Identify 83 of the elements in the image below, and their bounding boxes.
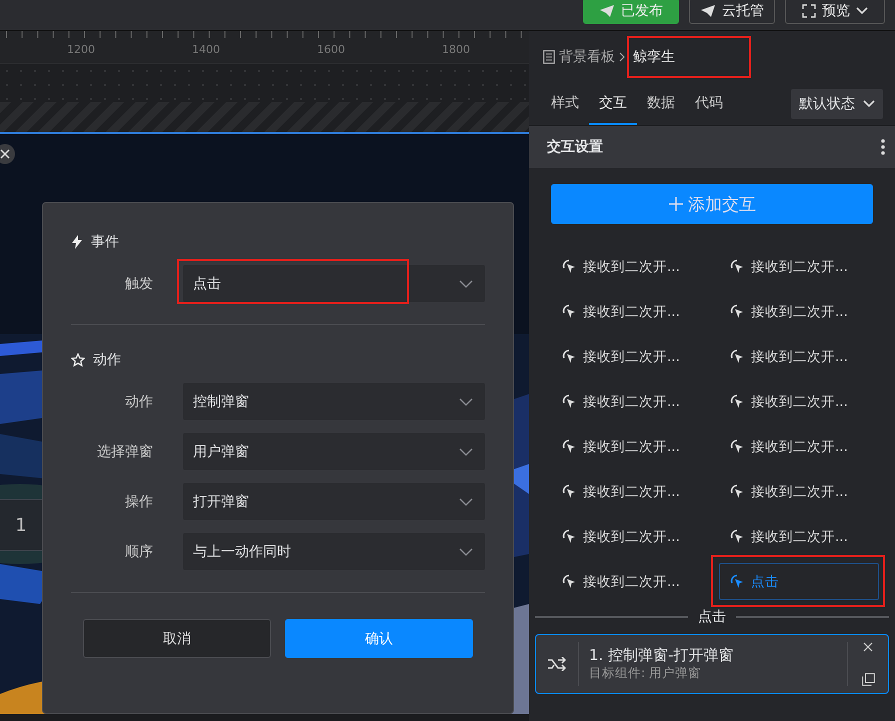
select-field[interactable]: 控制弹窗	[183, 383, 485, 420]
cursor-click-icon	[730, 574, 745, 589]
tab[interactable]: 数据	[637, 83, 685, 125]
more-icon[interactable]	[881, 139, 885, 155]
interaction-item[interactable]: 接收到二次开...	[719, 473, 879, 510]
action-title: 1. 控制弹窗-打开弹窗	[589, 646, 734, 665]
breadcrumb-current: 鲸孪生	[633, 49, 675, 65]
plus-icon	[668, 196, 684, 212]
chevron-down-icon	[459, 448, 473, 456]
field-label: 顺序	[124, 542, 153, 560]
cursor-click-icon	[562, 394, 577, 409]
state-select[interactable]: 默认状态	[791, 89, 883, 119]
interaction-item[interactable]: 接收到二次开...	[551, 428, 711, 465]
interaction-item[interactable]: 接收到二次开...	[551, 293, 711, 330]
close-icon[interactable]	[863, 642, 873, 652]
interaction-item[interactable]: 接收到二次开...	[551, 383, 711, 420]
cloud-button[interactable]: 云托管	[689, 0, 775, 24]
interaction-item[interactable]: 接收到二次开...	[719, 338, 879, 375]
section-title: 交互设置	[547, 138, 603, 156]
tab[interactable]: 代码	[685, 83, 733, 125]
field-label: 动作	[124, 392, 153, 410]
interaction-item[interactable]: 接收到二次开...	[551, 563, 711, 600]
cursor-click-icon	[730, 439, 745, 454]
action-subtitle: 目标组件: 用户弹窗	[589, 665, 702, 682]
interaction-item[interactable]: 接收到二次开...	[551, 518, 711, 555]
field-label: 触发	[124, 274, 153, 292]
chevron-down-icon	[459, 548, 473, 556]
lightning-icon	[71, 235, 83, 249]
cancel-button[interactable]: 取消	[83, 619, 271, 658]
cursor-click-icon	[562, 349, 577, 364]
cursor-click-icon	[562, 259, 577, 274]
star-icon	[71, 353, 85, 367]
cursor-click-icon	[562, 574, 577, 589]
chevron-down-icon	[856, 7, 868, 15]
select-field[interactable]: 打开弹窗	[183, 483, 485, 520]
action-card[interactable]: 1. 控制弹窗-打开弹窗 目标组件: 用户弹窗	[535, 634, 889, 694]
cursor-click-icon	[730, 259, 745, 274]
interaction-item[interactable]: 接收到二次开...	[551, 248, 711, 285]
confirm-button[interactable]: 确认	[285, 619, 473, 658]
field-label: 操作	[124, 492, 153, 510]
document-icon	[543, 50, 555, 64]
ruler-label: 1600	[317, 43, 345, 56]
cursor-click-icon	[730, 349, 745, 364]
chevron-down-icon	[459, 498, 473, 506]
interaction-item[interactable]: 接收到二次开...	[719, 293, 879, 330]
cursor-click-icon	[562, 439, 577, 454]
cursor-click-icon	[730, 529, 745, 544]
interaction-item[interactable]: 点击	[719, 563, 879, 600]
preview-button[interactable]: 预览	[785, 0, 885, 24]
select-field[interactable]: 点击	[183, 265, 485, 302]
chevron-down-icon	[459, 280, 473, 288]
paper-plane-icon	[700, 4, 716, 18]
breadcrumb-link[interactable]: 背景看板	[559, 48, 615, 66]
cursor-click-icon	[562, 304, 577, 319]
interaction-item[interactable]: 接收到二次开...	[719, 383, 879, 420]
chevron-down-icon	[459, 398, 473, 406]
cursor-click-icon	[730, 484, 745, 499]
chevron-down-icon	[863, 100, 875, 108]
ruler-label: 1400	[192, 43, 220, 56]
copy-icon[interactable]	[862, 673, 874, 686]
cursor-click-icon	[562, 484, 577, 499]
ruler-label: 1200	[67, 43, 95, 56]
chevron-right-icon	[619, 52, 625, 62]
field-label: 选择弹窗	[96, 442, 153, 460]
interaction-item[interactable]: 接收到二次开...	[551, 338, 711, 375]
close-icon	[0, 149, 10, 159]
cursor-click-icon	[730, 304, 745, 319]
interaction-item[interactable]: 接收到二次开...	[719, 248, 879, 285]
section-title: 事件	[91, 233, 119, 251]
paper-plane-icon	[599, 4, 615, 18]
select-field[interactable]: 与上一动作同时	[183, 533, 485, 570]
cursor-click-icon	[730, 394, 745, 409]
interaction-item[interactable]: 接收到二次开...	[719, 428, 879, 465]
interaction-item[interactable]: 接收到二次开...	[551, 473, 711, 510]
fullscreen-icon	[802, 4, 816, 18]
shuffle-icon	[547, 657, 567, 671]
ruler-label: 1800	[442, 43, 470, 56]
divider-label: 点击	[698, 608, 726, 626]
section-title: 动作	[93, 351, 121, 369]
interaction-item[interactable]: 接收到二次开...	[719, 518, 879, 555]
tab[interactable]: 样式	[541, 83, 589, 125]
cursor-click-icon	[562, 529, 577, 544]
select-field[interactable]: 用户弹窗	[183, 433, 485, 470]
